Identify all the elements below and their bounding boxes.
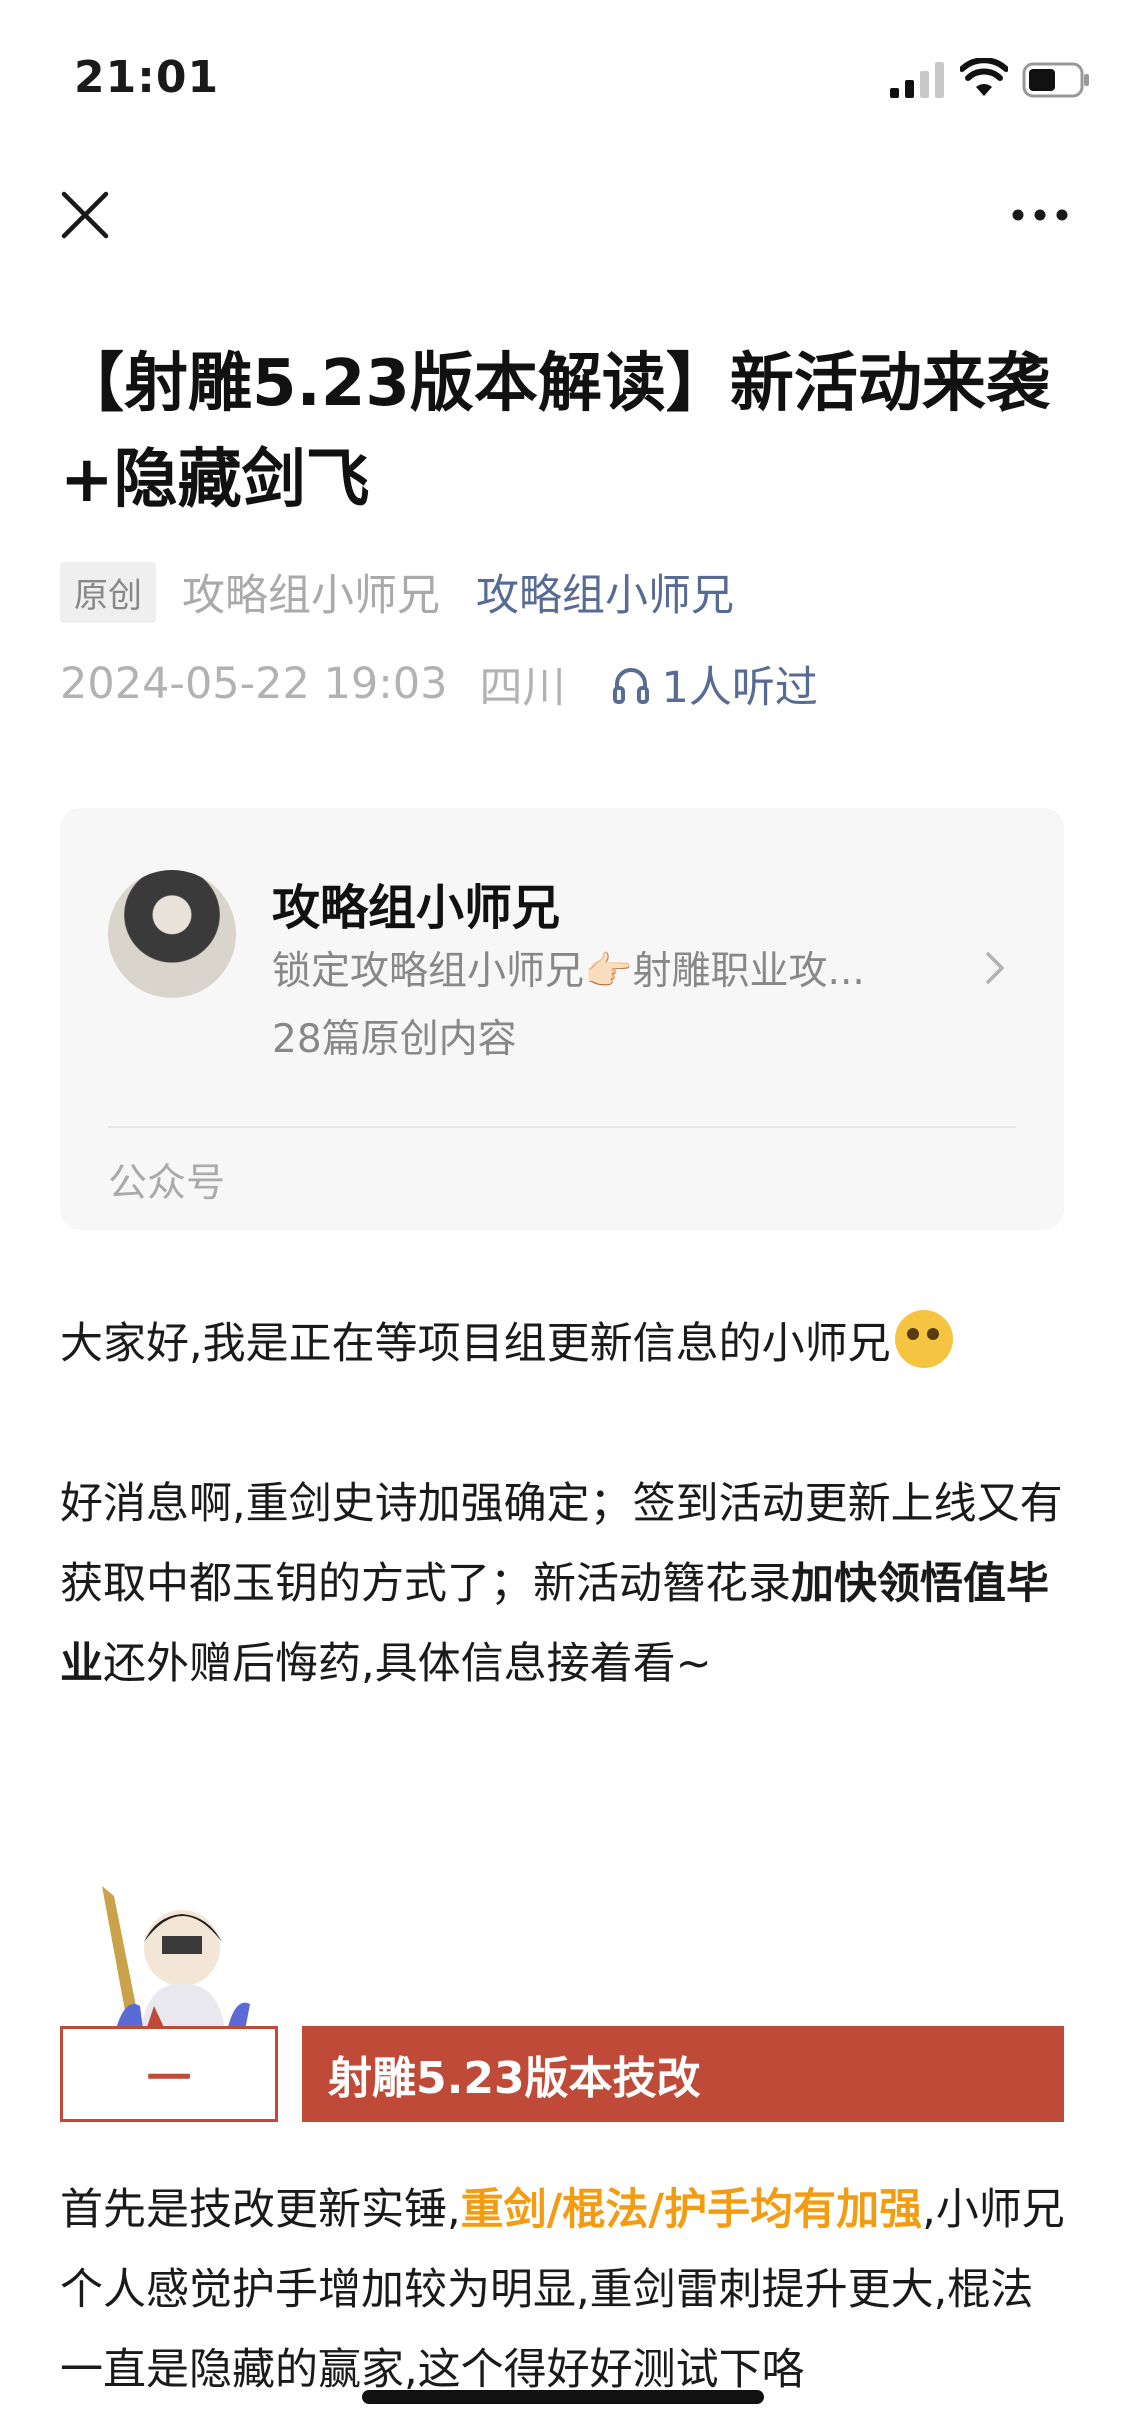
battery-icon: [1022, 62, 1089, 98]
section-title: 射雕5.23版本技改: [302, 2026, 1064, 2122]
paragraph-intro: 大家好,我是正在等项目组更新信息的小师兄: [60, 1304, 1066, 1384]
status-time: 21:01: [74, 52, 220, 103]
intro-text: 大家好,我是正在等项目组更新信息的小师兄: [60, 1319, 891, 1369]
paragraph-skills: 首先是技改更新实锤,重剑/棍法/护手均有加强,小师兄个人感觉护手增加较为明显,重…: [60, 2170, 1066, 2410]
card-divider: [108, 1126, 1016, 1128]
author-name: 攻略组小师兄: [182, 571, 440, 621]
listen-count: 1人听过: [661, 663, 818, 713]
article-meta: 原创 攻略组小师兄 攻略组小师兄: [60, 560, 734, 624]
profile-original-count: 28篇原创内容: [272, 1017, 517, 1062]
headphones-icon: [613, 668, 650, 704]
mascot-illustration: [102, 1886, 250, 2038]
chevron-right-icon: [986, 952, 1004, 984]
news-text-b: 还外赠后悔药,具体信息接着看~: [103, 1639, 712, 1689]
close-icon[interactable]: [58, 188, 112, 242]
section-number: 一: [60, 2026, 278, 2122]
profile-description: 锁定攻略组小师兄👉🏻射雕职业攻...: [272, 949, 865, 994]
wifi-icon: [960, 58, 1008, 96]
listen-info[interactable]: 1人听过: [609, 653, 818, 715]
article-title: 【射雕5.23版本解读】新活动来袭+隐藏剑飞: [60, 347, 1050, 517]
account-link[interactable]: 攻略组小师兄: [476, 561, 734, 623]
profile-type: 公众号: [108, 1161, 226, 1206]
cellular-signal-icon: [890, 62, 944, 98]
home-indicator[interactable]: [362, 2390, 764, 2404]
skills-highlight: 重剑/棍法/护手均有加强: [460, 2185, 923, 2235]
account-avatar: [108, 870, 236, 998]
article-meta-secondary: 2024-05-22 19:03 四川 1人听过: [60, 652, 818, 716]
skills-text-a: 首先是技改更新实锤,: [60, 2185, 461, 2235]
original-badge: 原创: [60, 561, 156, 623]
publish-location: 四川: [479, 663, 566, 713]
paragraph-news: 好消息啊,重剑史诗加强确定；签到活动更新上线又有获取中都玉钥的方式了；新活动簪花…: [60, 1464, 1066, 1704]
publish-datetime: 2024-05-22 19:03: [60, 659, 448, 709]
profile-name: 攻略组小师兄: [272, 880, 561, 936]
more-icon[interactable]: [1010, 200, 1070, 230]
thinking-emoji-icon: [894, 1310, 953, 1368]
